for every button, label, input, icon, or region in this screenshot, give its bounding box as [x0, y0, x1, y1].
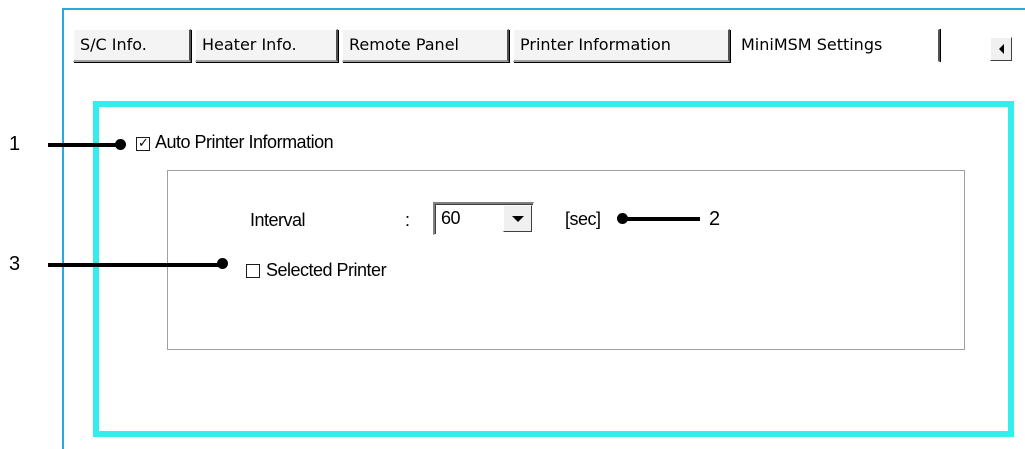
interval-separator: : [405, 210, 410, 230]
tab-printer-information[interactable]: Printer Information [513, 29, 730, 62]
check-icon: ✓ [138, 136, 149, 151]
callout-1-line [48, 143, 120, 147]
tab-scroll-left-button[interactable] [990, 37, 1012, 61]
callout-2-number: 2 [709, 208, 721, 230]
callout-2-line [622, 217, 700, 221]
arrow-left-icon [998, 44, 1004, 54]
auto-printer-information-label: Auto Printer Information [155, 132, 334, 152]
selected-printer-label: Selected Printer [266, 260, 387, 280]
interval-label: Interval [250, 210, 306, 230]
callout-3-line [48, 263, 222, 267]
tab-minimsm-settings[interactable]: MiniMSM Settings [734, 29, 940, 62]
callout-3-dot [217, 258, 228, 269]
interval-unit: [sec] [565, 209, 601, 229]
tab-heater-info[interactable]: Heater Info. [195, 29, 338, 62]
chevron-down-icon [511, 215, 524, 222]
tab-remote-panel[interactable]: Remote Panel [342, 29, 509, 62]
interval-dropdown-button[interactable] [503, 205, 532, 232]
selected-printer-checkbox[interactable] [246, 264, 260, 278]
tab-sc-info[interactable]: S/C Info. [73, 29, 191, 62]
callout-1-dot [115, 139, 126, 150]
callout-3-number: 3 [9, 253, 21, 275]
auto-printer-information-checkbox[interactable]: ✓ [136, 137, 150, 151]
interval-value: 60 [441, 208, 461, 228]
interval-select[interactable]: 60 [433, 202, 534, 235]
callout-1-number: 1 [9, 133, 21, 155]
